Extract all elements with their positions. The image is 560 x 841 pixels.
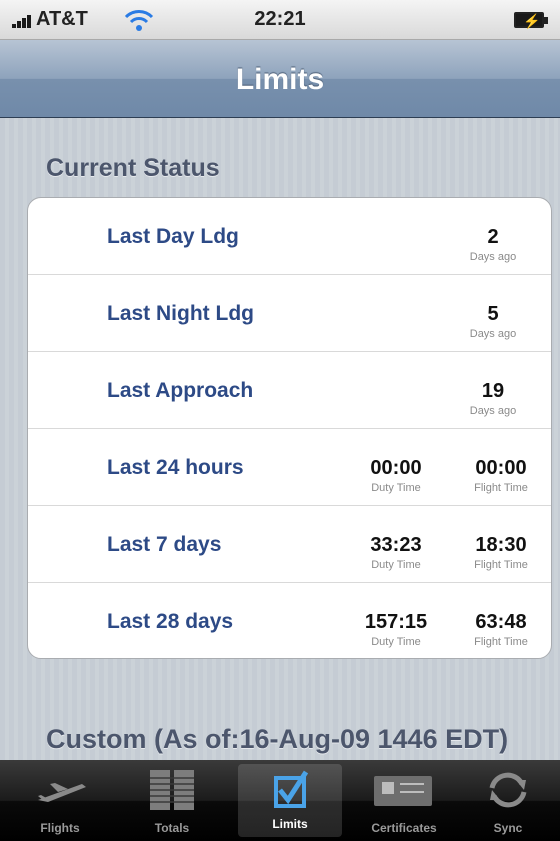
row-label: Last 28 days <box>107 610 234 633</box>
tab-limits[interactable]: Limits <box>238 764 342 837</box>
value-days-ago: 2 Days ago <box>469 226 517 263</box>
row-label: Last Approach <box>107 379 254 402</box>
tab-sync[interactable]: Sync <box>456 760 560 841</box>
row-label: Last Day Ldg <box>107 225 239 248</box>
battery-charging-icon: ⚡ <box>514 12 548 29</box>
table-row-last-28-days[interactable]: Last 28 days 157:15 Duty Time 63:48 Flight… <box>28 583 551 658</box>
navigation-bar: Limits <box>0 40 560 118</box>
tab-totals[interactable]: Totals <box>120 760 224 841</box>
airplane-icon <box>38 783 86 802</box>
value-flight-time: 63:48 Flight Time <box>474 611 528 648</box>
value-flight-time: 00:00 Flight Time <box>474 457 528 494</box>
table-row-last-night-ldg[interactable]: Last Night Ldg 5 Days ago <box>28 275 551 352</box>
value-days-ago: 5 Days ago <box>469 303 517 340</box>
page-title: Limits <box>235 63 325 96</box>
tab-certificates[interactable]: Certificates <box>352 760 456 841</box>
row-label: Last 24 hours <box>107 456 244 479</box>
certificate-icon <box>374 776 432 806</box>
value-flight-time: 18:30 Flight Time <box>474 534 528 571</box>
sync-icon <box>489 772 527 808</box>
row-label: Last Night Ldg <box>107 302 254 325</box>
table-row-last-7-days[interactable]: Last 7 days 33:23 Duty Time 18:30 Flight T… <box>28 506 551 583</box>
value-duty-time: 00:00 Duty Time <box>370 457 422 494</box>
section-header-current-status: Current Status <box>46 154 220 182</box>
row-label: Last 7 days <box>107 533 222 556</box>
ledger-icon <box>150 770 194 810</box>
table-row-last-24-hours[interactable]: Last 24 hours 00:00 Duty Time 00:00 Flight… <box>28 429 551 506</box>
value-duty-time: 33:23 Duty Time <box>370 534 422 571</box>
status-time: 22:21 <box>254 8 306 30</box>
current-status-table: Last Day Ldg 2 Days ago Last Night Ldg 5D… <box>27 197 552 659</box>
table-row-last-day-ldg[interactable]: Last Day Ldg 2 Days ago <box>28 198 551 275</box>
value-duty-time: 157:15 Duty Time <box>364 611 428 648</box>
value-days-ago: 19 Days ago <box>469 380 517 417</box>
checkbox-icon <box>274 770 309 808</box>
status-bar: AT&T 22:21 ⚡ <box>0 0 560 40</box>
tab-flights[interactable]: Flights <box>8 760 112 841</box>
table-row-last-approach[interactable]: Last Approach 19 Days ago <box>28 352 551 429</box>
tab-bar: Flights Totals Limits Certificates Sync <box>0 760 560 841</box>
section-header-custom: Custom (As of:16-Aug-09 1446 EDT) <box>46 724 509 754</box>
